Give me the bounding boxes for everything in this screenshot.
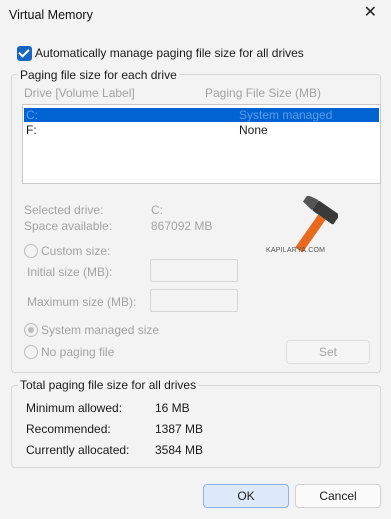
maximum-size-input[interactable]	[150, 289, 238, 312]
recommended-label: Recommended:	[26, 422, 111, 436]
maximum-size-label: Maximum size (MB):	[27, 295, 137, 309]
close-icon[interactable]: ✕	[364, 5, 377, 21]
set-button[interactable]: Set	[286, 340, 370, 364]
virtual-memory-dialog: Virtual Memory ✕ Automatically manage pa…	[0, 0, 391, 519]
drive-row-f[interactable]: F: None	[24, 123, 379, 137]
initial-size-label: Initial size (MB):	[27, 265, 113, 279]
drive-row-c[interactable]: C: System managed	[24, 108, 379, 122]
minimum-allowed-value: 16 MB	[155, 401, 190, 415]
title-bar: Virtual Memory ✕	[0, 0, 391, 30]
column-header-size: Paging File Size (MB)	[205, 86, 322, 100]
drive-list[interactable]: C: System managed F: None	[22, 104, 381, 184]
drive-letter: C:	[26, 108, 38, 122]
system-managed-radio[interactable]	[24, 323, 38, 337]
window-title: Virtual Memory	[9, 8, 93, 22]
minimum-allowed-label: Minimum allowed:	[26, 401, 123, 415]
selected-drive-value: C:	[151, 203, 163, 217]
space-available-value: 867092 MB	[151, 219, 213, 233]
drive-letter: F:	[26, 123, 37, 137]
initial-size-input[interactable]	[150, 259, 238, 282]
cancel-button[interactable]: Cancel	[295, 484, 381, 508]
column-header-drive: Drive [Volume Label]	[24, 86, 135, 100]
no-paging-label[interactable]: No paging file	[41, 345, 114, 359]
total-group-title: Total paging file size for all drives	[18, 378, 199, 392]
custom-size-radio[interactable]	[24, 244, 38, 258]
selected-drive-label: Selected drive:	[24, 203, 104, 217]
currently-allocated-label: Currently allocated:	[26, 443, 130, 457]
recommended-value: 1387 MB	[155, 422, 204, 436]
custom-size-label[interactable]: Custom size:	[41, 244, 110, 258]
ok-button[interactable]: OK	[203, 484, 289, 508]
currently-allocated-value: 3584 MB	[155, 443, 204, 457]
auto-manage-checkbox[interactable]	[17, 46, 32, 61]
space-available-label: Space available:	[24, 219, 113, 233]
auto-manage-label[interactable]: Automatically manage paging file size fo…	[35, 46, 304, 60]
watermark-text: KAPILARYA.COM	[266, 247, 326, 254]
system-managed-label[interactable]: System managed size	[41, 323, 159, 337]
no-paging-radio[interactable]	[24, 345, 38, 359]
drive-size: System managed	[239, 108, 333, 122]
paging-group-title: Paging file size for each drive	[18, 68, 179, 82]
drive-size: None	[239, 123, 268, 137]
